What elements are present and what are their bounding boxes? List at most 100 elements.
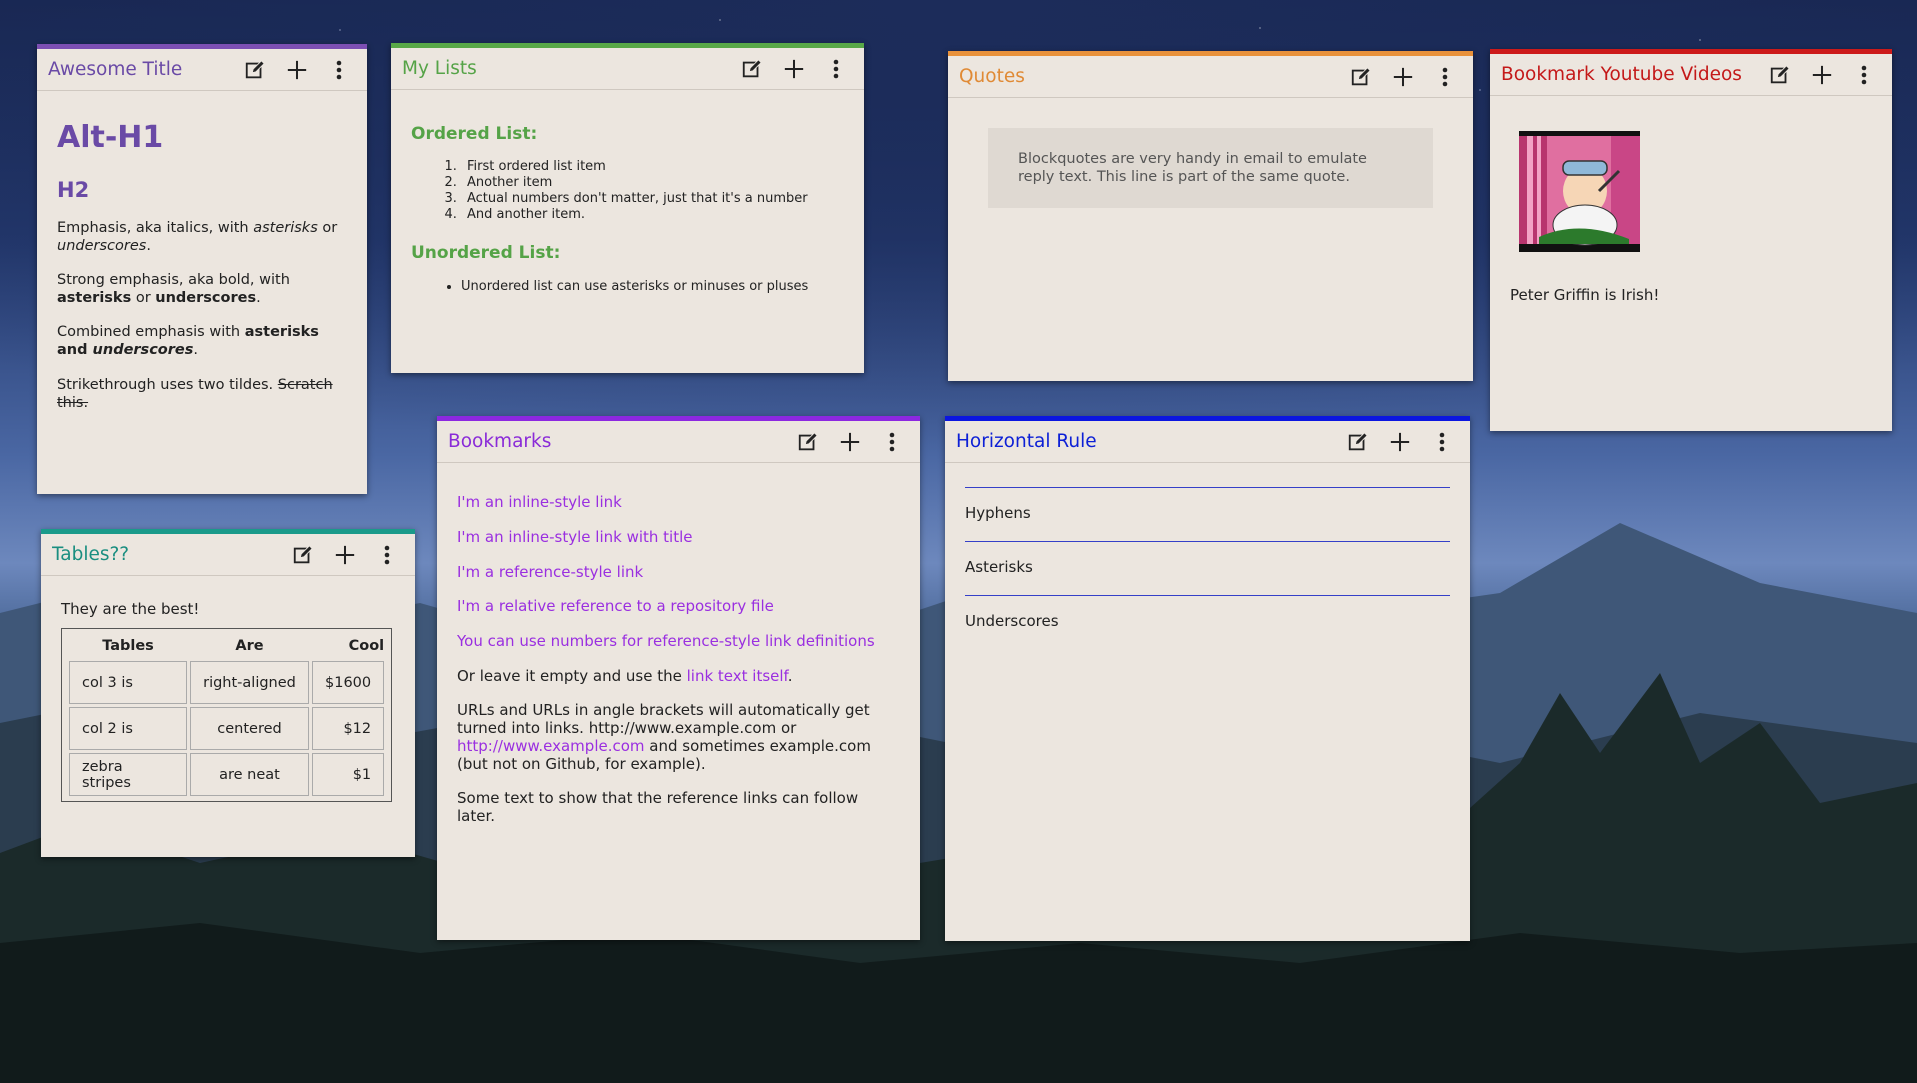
table-cell: col 3 is (69, 661, 187, 704)
horizontal-rule (965, 487, 1450, 488)
table-cell: right-aligned (190, 661, 309, 704)
bookmark-link[interactable]: I'm an inline-style link with title (457, 528, 900, 547)
more-menu-button[interactable] (1424, 426, 1460, 458)
more-vertical-icon (336, 60, 342, 79)
list-item: Another item (461, 175, 844, 191)
paragraph-empty-link: Or leave it empty and use the link text … (457, 666, 793, 685)
card-title: Bookmarks (448, 431, 552, 452)
edit-button[interactable] (1762, 59, 1798, 91)
more-vertical-icon (1861, 65, 1867, 84)
video-caption: Peter Griffin is Irish! (1510, 286, 1660, 304)
add-button[interactable] (776, 53, 812, 85)
table-cell: $1600 (312, 661, 385, 704)
card-actions (790, 426, 910, 458)
card-horizontal-rule: Horizontal Rule Hyphens Asterisks Unders… (945, 416, 1470, 941)
table-cell: are neat (190, 753, 309, 796)
more-menu-button[interactable] (1427, 61, 1463, 93)
card-tables: Tables?? They are the best! Tables Are C… (41, 529, 415, 857)
card-title: Awesome Title (48, 59, 183, 80)
table-cell: $12 (312, 707, 385, 750)
card-actions (734, 53, 854, 85)
card-actions (285, 539, 405, 571)
add-button[interactable] (1382, 426, 1418, 458)
add-button[interactable] (327, 539, 363, 571)
card-body: Alt-H1 H2 Emphasis, aka italics, with as… (37, 91, 367, 442)
edit-button[interactable] (1340, 426, 1376, 458)
table-header-cell: Cool (348, 638, 385, 654)
ordered-list-heading: Ordered List: (411, 124, 538, 144)
more-vertical-icon (889, 432, 895, 451)
unordered-list: Unordered list can use asterisks or minu… (461, 279, 844, 295)
card-body: They are the best! Tables Are Cool col 3… (41, 600, 415, 802)
edit-icon (293, 544, 313, 563)
more-menu-button[interactable] (874, 426, 910, 458)
card-title: Horizontal Rule (956, 431, 1097, 452)
bookmark-link[interactable]: You can use numbers for reference-style … (457, 632, 900, 651)
more-menu-button[interactable] (818, 53, 854, 85)
card-header: Quotes (948, 56, 1473, 98)
card-body: Peter Griffin is Irish! (1490, 131, 1892, 304)
card-quotes: Quotes Blockquotes are very handy in ema… (948, 51, 1473, 381)
paragraph-urls: URLs and URLs in angle brackets will aut… (457, 700, 871, 773)
markdown-table: Tables Are Cool col 3 is right-aligned $… (61, 628, 393, 802)
plus-icon (1812, 65, 1832, 84)
card-header: My Lists (391, 48, 864, 90)
edit-icon (1770, 64, 1790, 83)
table-cell: centered (190, 707, 309, 750)
horizontal-rule (965, 540, 1450, 542)
edit-button[interactable] (790, 426, 826, 458)
list-item: And another item. (461, 207, 844, 223)
card-title: Bookmark Youtube Videos (1501, 64, 1742, 85)
card-header: Bookmarks (437, 421, 920, 463)
paragraph-combined: Combined emphasis with asterisks and und… (57, 324, 319, 359)
table-cell: $1 (312, 753, 385, 796)
card-bookmarks: Bookmarks I'm an inline-style link I'm a… (437, 416, 920, 940)
bookmark-link[interactable]: I'm a reference-style link (457, 563, 900, 582)
video-thumbnail[interactable] (1519, 131, 1640, 252)
edit-icon (1348, 431, 1368, 450)
paragraph-strong: Strong emphasis, aka bold, with asterisk… (57, 272, 290, 307)
card-actions (1343, 61, 1463, 93)
card-bookmark-youtube-videos: Bookmark Youtube Videos Peter Griffin is… (1490, 49, 1892, 431)
paragraph-emphasis: Emphasis, aka italics, with asterisks or… (57, 219, 338, 254)
more-vertical-icon (1439, 432, 1445, 451)
plus-icon (1393, 67, 1413, 86)
bookmark-link[interactable]: I'm an inline-style link (457, 493, 900, 512)
table-cell: col 2 is (69, 707, 187, 750)
edit-button[interactable] (1343, 61, 1379, 93)
more-menu-button[interactable] (321, 54, 357, 86)
edit-icon (245, 59, 265, 78)
list-item: Unordered list can use asterisks or minu… (461, 279, 844, 295)
edit-button[interactable] (237, 54, 273, 86)
add-button[interactable] (279, 54, 315, 86)
list-item: First ordered list item (461, 159, 844, 175)
more-vertical-icon (384, 545, 390, 564)
more-menu-button[interactable] (1846, 59, 1882, 91)
card-actions (1340, 426, 1460, 458)
add-button[interactable] (1804, 59, 1840, 91)
edit-button[interactable] (734, 53, 770, 85)
add-button[interactable] (1385, 61, 1421, 93)
card-header: Horizontal Rule (945, 421, 1470, 463)
paragraph-strikethrough: Strikethrough uses two tildes. Scratch t… (57, 376, 333, 411)
paragraph-reference: Some text to show that the reference lin… (457, 788, 859, 825)
card-title: My Lists (402, 58, 477, 79)
inline-link[interactable]: link text itself (687, 667, 788, 685)
card-body: Ordered List: First ordered list item An… (391, 90, 864, 309)
card-actions (237, 54, 357, 86)
table-header-cell: Are (235, 638, 264, 654)
table-row: col 2 is centered $12 (69, 707, 385, 750)
more-menu-button[interactable] (369, 539, 405, 571)
more-vertical-icon (833, 59, 839, 78)
inline-link[interactable]: http://www.example.com (457, 737, 645, 755)
bookmark-link[interactable]: I'm a relative reference to a repository… (457, 597, 900, 616)
heading-h2: H2 (57, 177, 90, 202)
plus-icon (287, 60, 307, 79)
edit-button[interactable] (285, 539, 321, 571)
heading-h1: Alt-H1 (57, 120, 164, 155)
card-actions (1762, 59, 1882, 91)
plus-icon (335, 545, 355, 564)
rule-label: Underscores (965, 611, 1059, 630)
more-vertical-icon (1442, 67, 1448, 86)
add-button[interactable] (832, 426, 868, 458)
